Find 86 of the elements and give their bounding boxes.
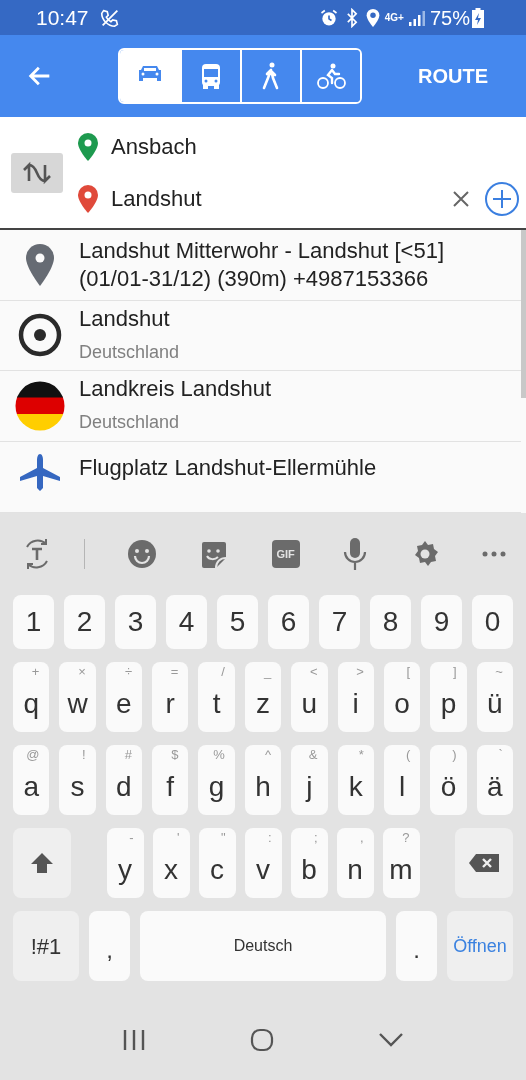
result-title: Landshut Mitterwohr - Landshut [<51] (01/01-31/12) (390m) +4987153366 xyxy=(79,236,446,293)
clock: 10:47 xyxy=(36,4,89,31)
result-title: Landshut xyxy=(79,304,171,333)
shift-key[interactable] xyxy=(13,828,71,898)
bluetooth-icon xyxy=(344,7,359,28)
gif-button[interactable]: GIF xyxy=(271,540,300,568)
keyboard-key[interactable]: 2 xyxy=(64,595,105,649)
result-title: Landkreis Landshut xyxy=(79,375,273,404)
keyboard-key[interactable]: ' x xyxy=(152,828,190,898)
cyclist-icon xyxy=(314,61,348,91)
keyboard-key[interactable]: ; b xyxy=(290,828,328,898)
battery-percent: 75% xyxy=(429,5,470,31)
keyboard-key[interactable]: @ a xyxy=(13,745,50,815)
recent-apps-icon[interactable] xyxy=(122,1029,146,1051)
keyboard-key[interactable]: = r xyxy=(152,662,189,732)
keyboard-key[interactable]: 8 xyxy=(370,595,411,649)
travel-mode-tab[interactable] xyxy=(300,50,360,102)
keyboard-key[interactable]: [ o xyxy=(383,662,421,732)
network-label: 4G+ xyxy=(384,11,404,25)
keyboard-key[interactable]: 6 xyxy=(268,595,309,649)
more-icon[interactable] xyxy=(482,550,506,558)
keyboard-key[interactable]: × w xyxy=(59,662,96,732)
shift-arrow-icon xyxy=(30,851,54,875)
keyboard-key[interactable]: 9 xyxy=(421,595,462,649)
keyboard-key[interactable]: < u xyxy=(291,662,328,732)
keyboard-key[interactable]: " c xyxy=(198,828,236,898)
add-circle-icon[interactable] xyxy=(484,180,520,217)
result-subtitle: Deutschland xyxy=(79,411,181,435)
keyboard-key[interactable]: 5 xyxy=(217,595,258,649)
keyboard-key[interactable]: 1 xyxy=(13,595,54,649)
keyboard-key[interactable]: ? m xyxy=(382,828,420,898)
keyboard-key[interactable]: ^ h xyxy=(244,745,282,815)
destination-field[interactable]: Landshut xyxy=(111,182,202,215)
keyboard-key[interactable]: ) ö xyxy=(430,745,467,815)
keyboard-key[interactable]: ! s xyxy=(59,745,96,815)
destination-pin-icon xyxy=(77,183,99,214)
keyboard-key[interactable]: 3 xyxy=(115,595,156,649)
result-subtitle: Deutschland xyxy=(79,340,181,364)
start-pin-icon xyxy=(77,131,99,162)
keyboard-key[interactable]: - y xyxy=(106,828,144,898)
keyboard-key[interactable]: 4 xyxy=(166,595,207,649)
search-result[interactable]: Flugplatz Landshut-Ellermühle xyxy=(0,441,521,513)
smiley-icon[interactable] xyxy=(127,539,158,569)
keyboard-key[interactable]: % g xyxy=(198,745,235,815)
keyboard-key[interactable]: ~ ü xyxy=(476,662,513,732)
travel-mode-tab[interactable] xyxy=(120,50,180,102)
keyboard-key[interactable]: . xyxy=(396,911,437,981)
home-icon[interactable] xyxy=(250,1028,274,1052)
battery-icon xyxy=(472,7,484,28)
keyboard-key[interactable]: > i xyxy=(337,662,374,732)
backspace-key[interactable] xyxy=(455,828,513,898)
target-icon xyxy=(17,313,62,358)
keyboard-key[interactable]: , n xyxy=(336,828,374,898)
keyboard-key[interactable]: 0 xyxy=(472,595,513,649)
keyboard-key[interactable]: # d xyxy=(105,745,143,815)
clear-icon[interactable] xyxy=(452,189,470,208)
keyboard-key[interactable]: ] p xyxy=(430,662,467,732)
keyboard-key[interactable]: ( l xyxy=(383,745,421,815)
keyboard-key[interactable]: , xyxy=(89,911,130,981)
keyboard-key[interactable]: / t xyxy=(198,662,235,732)
keyboard-key[interactable]: * k xyxy=(337,745,374,815)
alarm-icon xyxy=(318,7,339,28)
signal-icon xyxy=(407,8,426,27)
search-result[interactable]: Landshut Mitterwohr - Landshut [<51] (01/01-31/12) (390m) +4987153366 xyxy=(0,230,521,301)
map-pin-icon xyxy=(24,242,55,287)
keyboard-key[interactable]: $ f xyxy=(152,745,189,815)
location-icon xyxy=(364,7,381,28)
start-field[interactable]: Ansbach xyxy=(111,130,197,163)
swap-icon[interactable] xyxy=(11,152,63,193)
space-key[interactable]: Deutsch xyxy=(140,911,386,981)
keyboard-key[interactable]: & j xyxy=(291,745,328,815)
keyboard-key[interactable]: 7 xyxy=(319,595,360,649)
symbols-key[interactable]: !#1 xyxy=(13,911,79,981)
keyboard-key[interactable]: ` ä xyxy=(476,745,513,815)
search-result[interactable]: Landshut Deutschland xyxy=(0,300,521,371)
back-chevron-icon[interactable] xyxy=(378,1032,404,1048)
keyboard-key[interactable]: : v xyxy=(244,828,282,898)
german-flag-icon xyxy=(14,380,65,431)
keyboard-key[interactable]: + q xyxy=(13,662,50,732)
airplane-icon xyxy=(17,453,62,494)
keyboard-key[interactable]: ÷ e xyxy=(105,662,143,732)
result-title: Flugplatz Landshut-Ellermühle xyxy=(79,453,378,482)
search-result[interactable]: Landkreis Landshut Deutschland xyxy=(0,371,521,442)
keyboard-key[interactable]: _ z xyxy=(244,662,282,732)
microphone-icon[interactable] xyxy=(341,537,368,571)
backspace-icon xyxy=(468,853,500,873)
